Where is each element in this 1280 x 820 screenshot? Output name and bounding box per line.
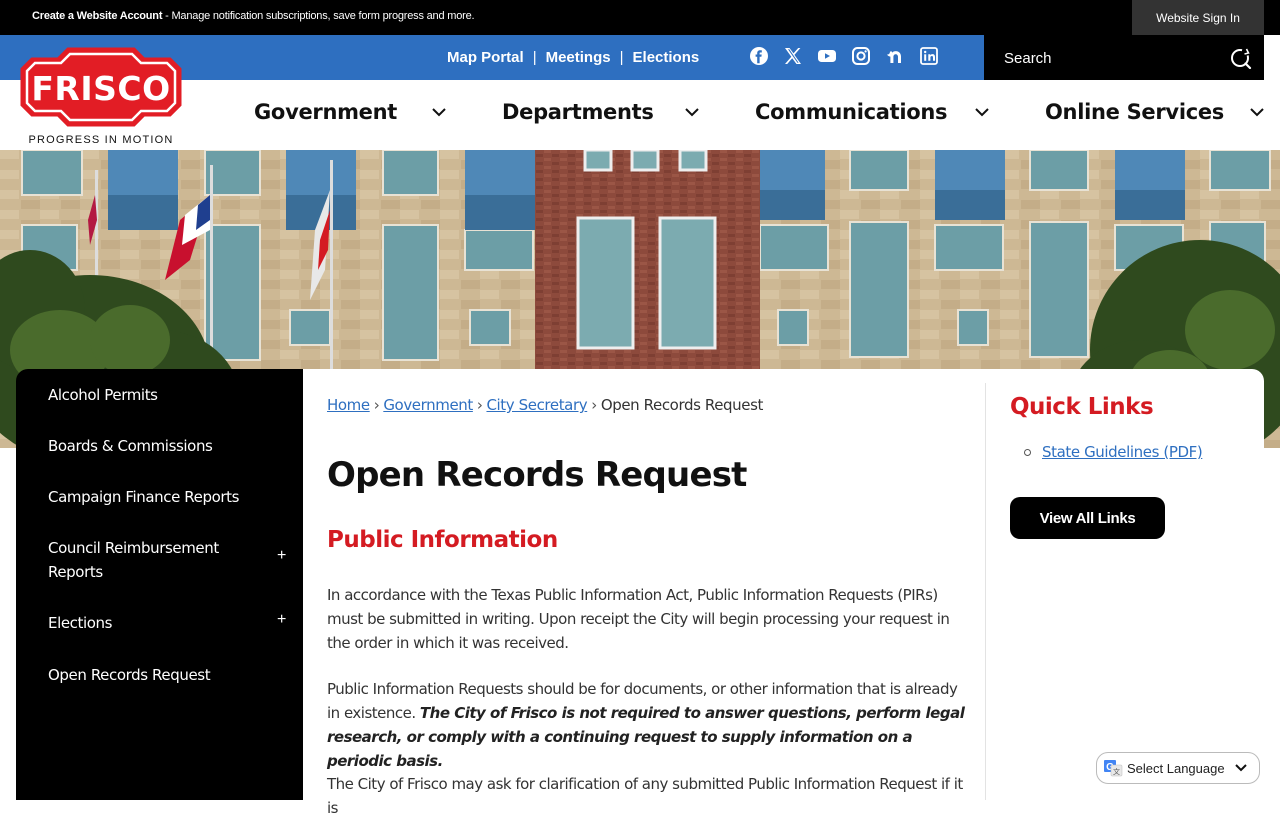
elections-link[interactable]: Elections xyxy=(633,49,700,66)
page-title: Open Records Request xyxy=(327,455,747,495)
map-portal-link[interactable]: Map Portal xyxy=(447,49,524,66)
scope-paragraph: Public Information Requests should be fo… xyxy=(327,677,967,773)
breadcrumb-home[interactable]: Home xyxy=(327,396,370,414)
scope-emphasis: The City of Frisco is not required to an… xyxy=(327,704,965,770)
search-bar xyxy=(984,35,1264,80)
frisco-logo[interactable]: FRISCO PROGRESS IN MOTION xyxy=(20,43,182,147)
section-title: Public Information xyxy=(327,527,558,553)
clarification-paragraph: The City of Frisco may ask for clarifica… xyxy=(327,775,963,817)
sidebar-item-boards-commissions[interactable]: Boards & Commissions xyxy=(48,434,213,458)
chevron-down-icon xyxy=(1235,764,1247,772)
nav-online-services[interactable]: Online Services xyxy=(1045,100,1224,124)
language-select[interactable]: G 文 Select Language xyxy=(1096,752,1260,784)
chevron-down-icon[interactable] xyxy=(431,106,447,118)
account-description: - Manage notification subscriptions, sav… xyxy=(162,10,475,22)
google-translate-icon: G 文 xyxy=(1104,760,1123,777)
search-input[interactable] xyxy=(1004,47,1214,69)
x-twitter-icon[interactable] xyxy=(783,46,803,66)
nav-communications[interactable]: Communications xyxy=(755,100,948,124)
facebook-icon[interactable] xyxy=(749,46,769,66)
intro-paragraph: In accordance with the Texas Public Info… xyxy=(327,586,950,652)
utility-links: Map Portal | Meetings | Elections xyxy=(447,49,699,66)
separator: | xyxy=(619,49,624,66)
sidebar-item-council-reimbursement-reports[interactable]: Council Reimbursement Reports xyxy=(48,536,248,584)
svg-text:PROGRESS IN MOTION: PROGRESS IN MOTION xyxy=(28,134,173,146)
sidebar-item-campaign-finance-reports[interactable]: Campaign Finance Reports xyxy=(48,485,239,509)
language-select-label: Select Language xyxy=(1127,760,1225,776)
breadcrumb-government[interactable]: Government xyxy=(383,396,473,414)
breadcrumb-separator: › xyxy=(476,396,483,414)
sidebar-item-alcohol-permits[interactable]: Alcohol Permits xyxy=(48,383,158,407)
search-icon[interactable] xyxy=(1230,47,1252,69)
view-all-links-button[interactable]: View All Links xyxy=(1010,497,1165,539)
svg-text:FRISCO: FRISCO xyxy=(31,69,170,108)
top-bar: Create a Website Account - Manage notifi… xyxy=(0,0,1280,35)
social-links xyxy=(749,46,939,66)
breadcrumb-city-secretary[interactable]: City Secretary xyxy=(486,396,587,414)
chevron-down-icon[interactable] xyxy=(1249,106,1265,118)
list-bullet xyxy=(1024,449,1031,456)
nav-departments[interactable]: Departments xyxy=(502,100,654,124)
nextdoor-icon[interactable] xyxy=(885,46,905,66)
separator: | xyxy=(532,49,537,66)
website-sign-in-button[interactable]: Website Sign In xyxy=(1132,0,1264,35)
linkedin-icon[interactable] xyxy=(919,46,939,66)
chevron-down-icon[interactable] xyxy=(684,106,700,118)
svg-text:文: 文 xyxy=(1113,767,1120,776)
breadcrumb: Home › Government › City Secretary › Open Reco… xyxy=(327,396,763,414)
nav-government[interactable]: Government xyxy=(254,100,397,124)
sidebar-item-elections[interactable]: Elections xyxy=(48,611,112,635)
chevron-down-icon[interactable] xyxy=(974,106,990,118)
column-divider xyxy=(985,383,986,800)
breadcrumb-separator: › xyxy=(591,396,597,414)
youtube-icon[interactable] xyxy=(817,46,837,66)
breadcrumb-current: Open Records Request xyxy=(600,396,764,414)
expand-icon[interactable]: + xyxy=(277,547,286,565)
state-guidelines-link[interactable]: State Guidelines (PDF) xyxy=(1042,443,1203,461)
quick-links-title: Quick Links xyxy=(1010,394,1154,420)
expand-icon[interactable]: + xyxy=(277,611,286,629)
account-message: Create a Website Account - Manage notifi… xyxy=(32,10,475,22)
sidebar-item-open-records-request[interactable]: Open Records Request xyxy=(48,663,211,687)
breadcrumb-separator: › xyxy=(373,396,380,414)
instagram-icon[interactable] xyxy=(851,46,871,66)
create-account-link[interactable]: Create a Website Account xyxy=(32,10,162,22)
meetings-link[interactable]: Meetings xyxy=(546,49,611,66)
